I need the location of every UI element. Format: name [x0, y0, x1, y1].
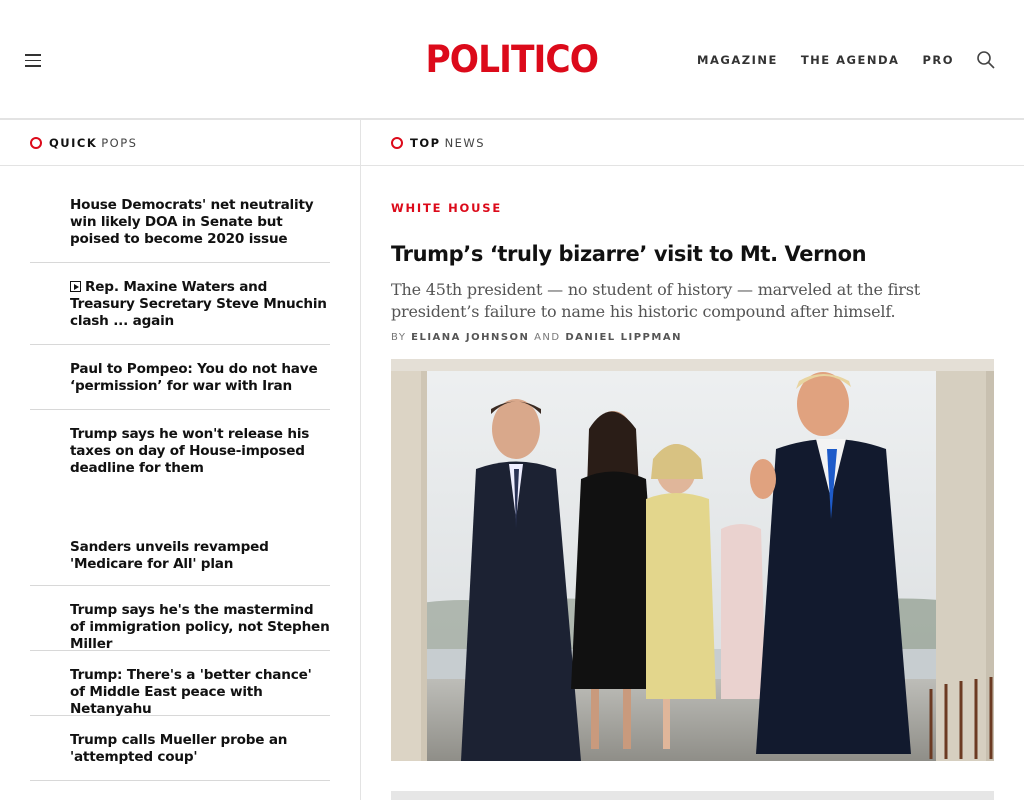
list-item-title[interactable]: Sanders unveils revamped 'Medicare for A…	[70, 539, 330, 573]
list-item[interactable]: House Democrats' net neutrality win like…	[30, 166, 330, 263]
list-item-title[interactable]: Trump: There's a 'better chance' of Midd…	[70, 667, 330, 718]
list-item-title-text: Rep. Maxine Waters and Treasury Secretar…	[70, 279, 327, 329]
list-item-title[interactable]: Trump calls Mueller probe an 'attempted …	[70, 732, 330, 766]
list-item-title[interactable]: Trump says he's the mastermind of immigr…	[70, 602, 330, 653]
author-link[interactable]: ELIANA JOHNSON	[411, 332, 529, 343]
article-headline[interactable]: Trump’s ‘truly bizarre’ visit to Mt. Ver…	[391, 242, 867, 266]
list-item[interactable]: Paul to Pompeo: You do not have ‘permiss…	[30, 345, 330, 410]
top-nav: MAGAZINE THE AGENDA PRO	[697, 53, 954, 67]
article-kicker[interactable]: WHITE HOUSE	[391, 201, 502, 215]
quick-pops-list: House Democrats' net neutrality win like…	[30, 166, 330, 781]
list-item[interactable]: Trump calls Mueller probe an 'attempted …	[30, 716, 330, 781]
play-video-icon	[70, 281, 81, 292]
section-label-light: NEWS	[444, 135, 486, 150]
section-label-light: POPS	[101, 135, 138, 150]
list-item-title[interactable]: House Democrats' net neutrality win like…	[70, 197, 330, 248]
list-item[interactable]: Sanders unveils revamped 'Medicare for A…	[30, 530, 330, 586]
list-item-title[interactable]: Paul to Pompeo: You do not have ‘permiss…	[70, 361, 330, 395]
author-link[interactable]: DANIEL LIPPMAN	[565, 332, 682, 343]
photo-caption-strip	[391, 791, 994, 800]
top-news-header: TOP NEWS	[361, 120, 1024, 166]
nav-pro[interactable]: PRO	[922, 53, 954, 67]
list-item[interactable]: Trump: There's a 'better chance' of Midd…	[30, 651, 330, 718]
column-divider	[360, 120, 361, 800]
quick-pops-header: QUICK POPS	[0, 120, 360, 166]
circle-icon	[391, 136, 403, 149]
search-icon[interactable]	[976, 50, 996, 70]
section-label-strong: QUICK	[49, 135, 98, 150]
list-item[interactable]: Rep. Maxine Waters and Treasury Secretar…	[30, 263, 330, 345]
nav-the-agenda[interactable]: THE AGENDA	[801, 53, 900, 67]
byline-prefix: BY	[391, 332, 407, 343]
article-dek: The 45th president — no student of histo…	[391, 280, 920, 321]
article-photo-illustration	[391, 359, 994, 761]
byline-and: AND	[534, 332, 561, 343]
site-header: POLITICO MAGAZINE THE AGENDA PRO	[0, 0, 1024, 120]
list-item-title[interactable]: Rep. Maxine Waters and Treasury Secretar…	[70, 279, 330, 330]
section-label-strong: TOP	[410, 135, 441, 150]
article-photo[interactable]	[391, 359, 994, 761]
list-item[interactable]: Trump says he won't release his taxes on…	[30, 410, 330, 530]
article-byline: BY ELIANA JOHNSON AND DANIEL LIPPMAN	[391, 332, 682, 343]
nav-magazine[interactable]: MAGAZINE	[697, 53, 778, 67]
list-item[interactable]: Trump says he's the mastermind of immigr…	[30, 586, 330, 653]
list-item-title[interactable]: Trump says he won't release his taxes on…	[70, 426, 330, 477]
circle-icon	[30, 136, 42, 149]
